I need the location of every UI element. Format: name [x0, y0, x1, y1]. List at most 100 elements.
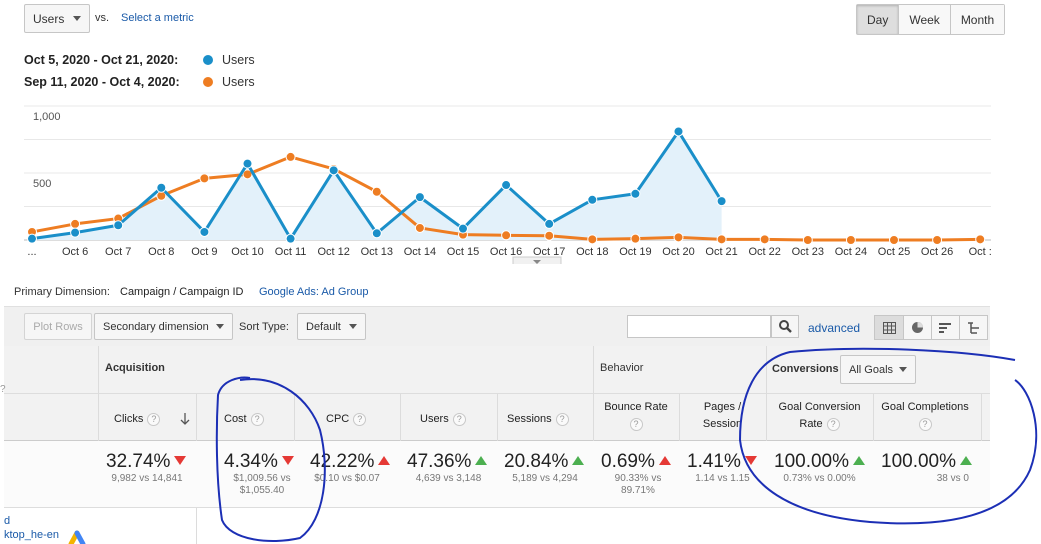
help-icon[interactable]: ?	[250, 412, 264, 426]
x-tick-label: Oct 10	[231, 246, 263, 258]
data-point	[716, 234, 727, 245]
goal-conversion-rate-comparison: 0.73% vs 0.00%	[783, 473, 856, 484]
data-point	[975, 234, 986, 245]
help-icon[interactable]: ?	[147, 412, 161, 426]
select-metric-link[interactable]: Select a metric	[121, 12, 194, 24]
period-month-button[interactable]: Month	[949, 5, 1005, 34]
pages-session-comparison: 1.14 vs 1.15	[695, 473, 750, 484]
search-icon	[778, 320, 792, 333]
down-arrow-icon	[744, 456, 757, 465]
x-tick-label: Oct 16	[490, 246, 522, 258]
column-header-cpc[interactable]: CPC?	[294, 411, 400, 428]
legend-series-current: Users	[222, 53, 255, 67]
data-point	[285, 233, 296, 244]
column-header-clicks[interactable]: Clicks?	[98, 411, 196, 428]
table-search-input[interactable]	[627, 315, 771, 338]
users-comparison: 4,639 vs 3,148	[415, 473, 482, 484]
help-icon[interactable]: ?	[826, 417, 840, 431]
x-tick-label: Oct 9	[191, 246, 217, 258]
primary-dimension-value[interactable]: Campaign / Campaign ID	[120, 286, 244, 298]
data-point	[328, 165, 339, 176]
data-point	[845, 235, 856, 245]
advanced-filter-link[interactable]: advanced	[808, 321, 860, 335]
up-arrow-icon	[378, 456, 391, 465]
help-icon[interactable]: ?	[353, 412, 367, 426]
column-header-bounce-rate[interactable]: Bounce Rate?	[593, 399, 679, 431]
pivot-view-icon[interactable]	[959, 316, 987, 339]
data-point	[156, 182, 167, 193]
users-line-chart[interactable]: 1,000 500... Oct 6 Oct 7 Oct 8 Oct 9 Oct 10 Oct…	[24, 96, 991, 264]
data-point	[630, 188, 641, 199]
cost-comparison: $1,009.56 vs $1,055.40	[233, 473, 291, 496]
data-point	[371, 186, 382, 197]
data-point	[587, 234, 598, 245]
campaign-link-line2[interactable]: ktop_he-en	[4, 529, 59, 541]
x-tick-label: Oct 13	[361, 246, 393, 258]
x-tick-label: Oct 12	[317, 246, 349, 258]
primary-dimension-label: Primary Dimension:	[14, 286, 110, 298]
goals-select-value: All Goals	[849, 363, 894, 376]
column-header-cost[interactable]: Cost?	[196, 411, 294, 428]
help-icon[interactable]: ?	[452, 412, 466, 426]
x-tick-label: Oct 24	[835, 246, 867, 258]
primary-dimension-link[interactable]: Google Ads: Ad Group	[259, 286, 368, 298]
x-tick-label: Oct 22	[748, 246, 780, 258]
bar-view-icon[interactable]	[931, 316, 959, 339]
y-tick-label: 1,000	[33, 111, 61, 123]
period-week-button[interactable]: Week	[898, 5, 950, 34]
clicks-comparison: 9,982 vs 14,841	[111, 473, 183, 484]
column-header-goal-completions[interactable]: Goal Completions?	[873, 399, 977, 431]
data-point	[242, 158, 253, 169]
x-tick-label: Oct 6	[62, 246, 88, 258]
help-icon[interactable]: ?	[629, 418, 643, 431]
up-arrow-icon	[572, 456, 585, 465]
table-view-icon[interactable]	[875, 316, 903, 339]
cost-change: 4.34%	[224, 451, 294, 473]
users-change: 47.36%	[407, 451, 488, 473]
cpc-change: 42.22%	[310, 451, 391, 473]
bounce-rate-change: 0.69%	[601, 451, 671, 473]
secondary-dimension-label: Secondary dimension	[103, 320, 209, 333]
group-conversions: Conversions	[772, 363, 839, 375]
column-header-users[interactable]: Users?	[400, 411, 497, 428]
chevron-down-icon	[349, 324, 357, 329]
data-point	[371, 228, 382, 239]
chevron-down-icon	[216, 324, 224, 329]
data-point	[113, 220, 124, 231]
campaign-link-line1[interactable]: d	[4, 515, 10, 527]
search-button[interactable]	[771, 315, 799, 338]
column-header-sessions[interactable]: Sessions?	[497, 411, 593, 428]
chevron-down-icon	[73, 16, 81, 21]
x-tick-label: Oct 18	[576, 246, 608, 258]
column-header-pages-session[interactable]: Pages / Session	[679, 399, 766, 433]
column-header-goal-conversion-rate[interactable]: Goal Conversion Rate?	[766, 399, 873, 433]
clicks-change: 32.74%	[106, 451, 187, 473]
data-point	[501, 180, 512, 191]
x-tick-label: Oct 14	[404, 246, 436, 258]
data-point	[759, 234, 770, 245]
sort-type-select[interactable]: Default	[297, 313, 366, 340]
plot-rows-button[interactable]: Plot Rows	[24, 313, 92, 340]
pie-view-icon[interactable]	[903, 316, 931, 339]
up-arrow-icon	[960, 456, 973, 465]
data-point	[630, 233, 641, 244]
data-point	[544, 218, 555, 229]
x-tick-label: Oct 15	[447, 246, 479, 258]
metric-select[interactable]: Users	[24, 4, 90, 33]
x-tick-label: ...	[27, 246, 36, 258]
legend-range-previous: Sep 11, 2020 - Oct 4, 2020:	[24, 75, 180, 89]
table-toolbar: Plot Rows Secondary dimension Sort Type:…	[4, 306, 990, 346]
sessions-change: 20.84%	[504, 451, 585, 473]
data-point	[199, 226, 210, 237]
help-icon[interactable]: ?	[555, 412, 569, 426]
secondary-dimension-select[interactable]: Secondary dimension	[94, 313, 233, 340]
data-point	[414, 222, 425, 233]
help-icon[interactable]: ?	[918, 418, 932, 431]
data-point	[70, 227, 81, 238]
goal-completions-change: 100.00%	[881, 451, 973, 473]
period-day-button[interactable]: Day	[857, 5, 899, 34]
data-point	[932, 235, 943, 245]
goals-select[interactable]: All Goals	[840, 355, 916, 384]
x-tick-label: Oct 8	[148, 246, 174, 258]
legend-dot-current	[203, 55, 213, 65]
